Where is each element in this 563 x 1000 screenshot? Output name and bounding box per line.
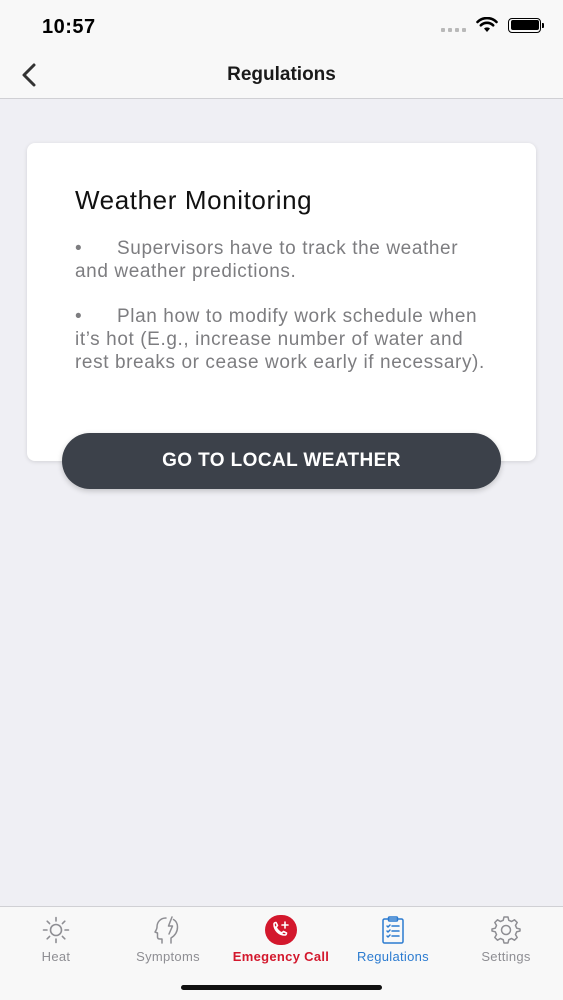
sun-icon [40,915,72,945]
head-bolt-icon [152,915,184,945]
status-time: 10:57 [42,16,96,38]
regulation-card: Weather Monitoring • Supervisors have to … [27,143,536,461]
tab-label: Symptoms [136,949,200,964]
go-to-local-weather-button[interactable]: GO TO LOCAL WEATHER [62,433,501,489]
home-indicator [181,985,382,990]
tab-heat[interactable]: Heat [0,907,112,979]
bullet-item: • Plan how to modify work schedule when i… [75,305,495,374]
navigation-bar: Regulations [0,52,563,99]
bullet-marker: • [75,238,83,259]
clipboard-list-icon [377,915,409,945]
battery-icon [508,17,544,33]
tab-label: Settings [481,949,531,964]
tab-regulations[interactable]: Regulations [337,907,449,979]
bullet-text: Plan how to modify work schedule when it… [75,306,485,373]
phone-plus-icon [265,915,297,945]
gear-icon [490,915,522,945]
tab-label: Emegency Call [232,949,330,964]
tab-emergency-call[interactable]: Emegency Call [225,907,337,979]
status-icons [441,17,544,33]
card-title: Weather Monitoring [75,185,313,215]
cellular-signal-icon [441,18,466,32]
page-title: Regulations [227,64,336,85]
tab-label: Heat [41,949,71,964]
bullet-text: Supervisors have to track the weather an… [75,238,459,282]
tab-settings[interactable]: Settings [450,907,562,979]
screen: 10:57 Regulations Weather Monitoring • S… [0,0,563,1000]
tab-label: Regulations [357,949,429,964]
tab-symptoms[interactable]: Symptoms [112,907,224,979]
wifi-icon [476,17,498,32]
bullet-item: • Supervisors have to track the weather a… [75,237,495,283]
bullet-list: • Supervisors have to track the weather a… [75,237,495,396]
status-bar: 10:57 [0,0,563,52]
bullet-marker: • [75,306,83,327]
